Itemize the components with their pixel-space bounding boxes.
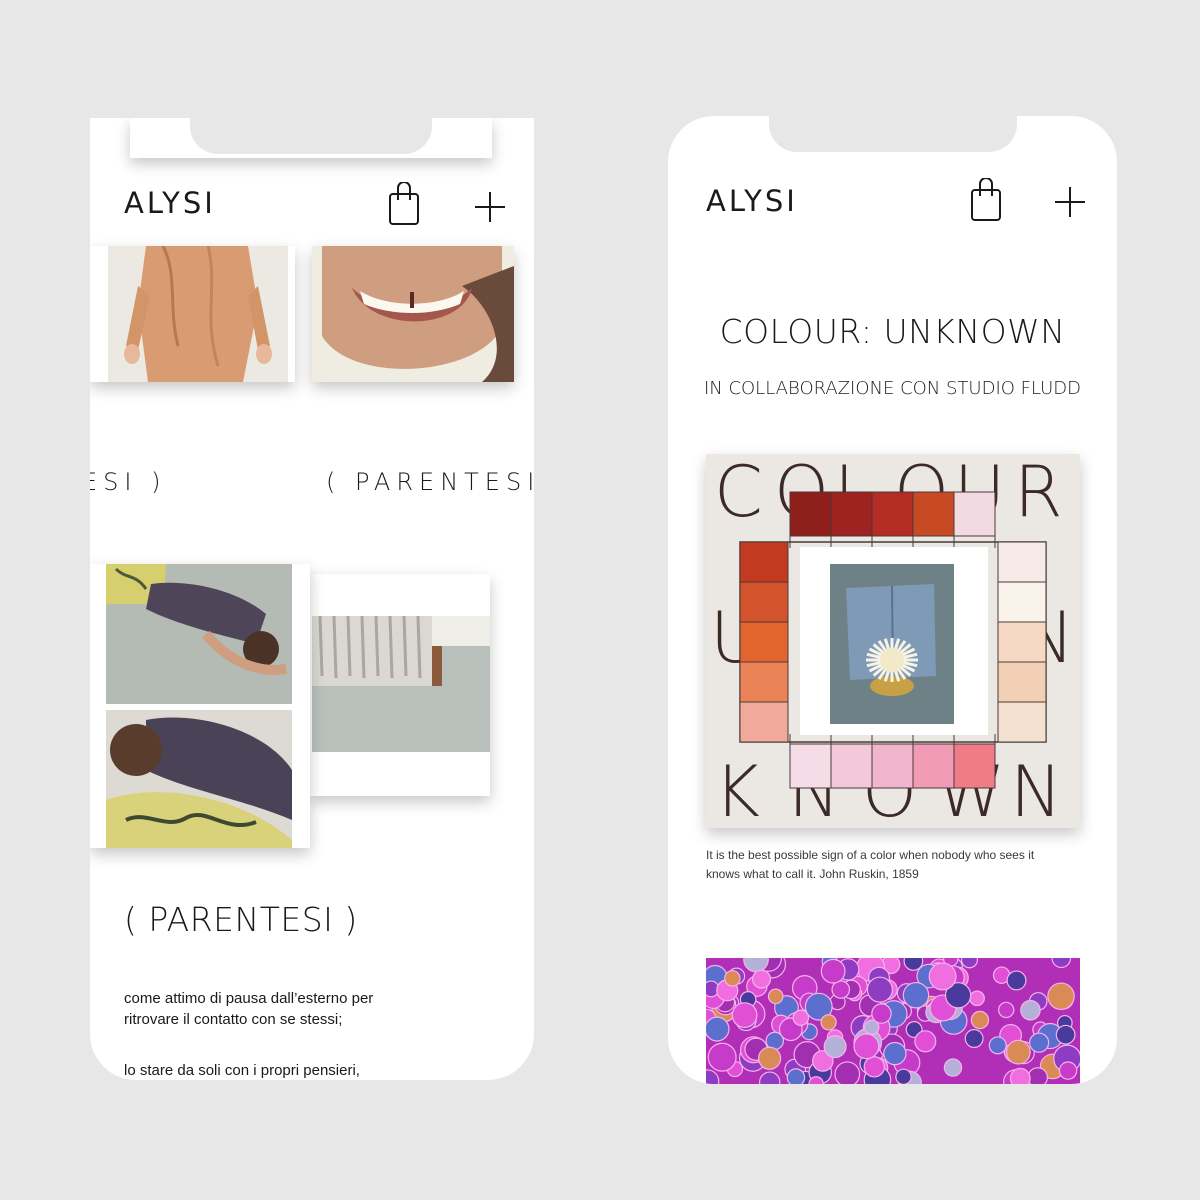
sequin xyxy=(997,1001,1015,1019)
artwork-letter: K xyxy=(714,751,760,828)
sequin xyxy=(786,1068,806,1084)
shopping-bag-icon[interactable] xyxy=(388,181,420,226)
photo-card-dress[interactable] xyxy=(90,246,295,382)
sequin xyxy=(1005,1039,1031,1065)
sequin xyxy=(1009,1067,1031,1084)
colour-swatch xyxy=(912,743,955,789)
sequin xyxy=(820,1014,837,1031)
colour-swatch xyxy=(997,581,1047,623)
artwork-letter: R xyxy=(1014,454,1063,533)
sequin xyxy=(724,970,741,987)
colour-swatch xyxy=(739,621,789,663)
sequin xyxy=(757,1046,782,1070)
colour-swatch xyxy=(739,581,789,623)
sequin xyxy=(752,969,772,989)
sequin xyxy=(863,1056,885,1078)
left-phone-screen: ALYSI ESI) (PARENTESI (PARENTESI) co… xyxy=(90,118,534,1080)
colour-swatch xyxy=(739,541,789,583)
sequin xyxy=(943,1058,963,1077)
section-paragraph-1: come attimo di pausa dall’esterno per ri… xyxy=(124,990,374,1028)
sequin xyxy=(970,1010,990,1030)
sequin xyxy=(792,1009,810,1026)
sequin xyxy=(823,1035,847,1059)
floor-photo xyxy=(312,616,490,752)
colour-swatch xyxy=(830,491,873,537)
sequin xyxy=(1055,1024,1076,1045)
marquee-text-right: ( PARENTESI xyxy=(326,468,534,496)
sequin xyxy=(914,1030,937,1053)
colour-swatch xyxy=(997,701,1047,743)
brand-logo[interactable]: ALYSI xyxy=(706,184,798,218)
sequin xyxy=(1006,970,1027,991)
sequin xyxy=(834,1061,861,1084)
colour-swatch xyxy=(871,743,914,789)
sequin xyxy=(1047,982,1075,1011)
colour-swatch xyxy=(997,541,1047,583)
sequin xyxy=(707,1042,737,1072)
phone-notch xyxy=(190,118,432,154)
colour-unknown-artwork[interactable]: COLOURUNKNOWN xyxy=(706,454,1080,828)
sequin xyxy=(1051,958,1072,969)
colour-swatch xyxy=(997,621,1047,663)
sequin xyxy=(759,1071,781,1084)
artwork-letter: N xyxy=(1010,751,1062,828)
photo-card-lying[interactable] xyxy=(90,564,310,848)
sequin xyxy=(895,1068,912,1084)
right-phone-screen: ALYSI COLOUR: UNKNOWN IN COLLABORAZIONE … xyxy=(668,116,1117,1084)
photo-card-smile[interactable] xyxy=(312,246,514,382)
colour-swatch xyxy=(789,743,832,789)
colour-swatch xyxy=(953,743,996,789)
sequin xyxy=(964,1029,984,1049)
smile-photo xyxy=(312,246,514,382)
sequin xyxy=(1027,1067,1048,1084)
page-title: COLOUR: UNKNOWN xyxy=(719,312,1066,351)
colour-swatch xyxy=(871,491,914,537)
shopping-bag-icon[interactable] xyxy=(970,177,1002,222)
sequin xyxy=(988,1036,1007,1055)
sequin xyxy=(853,1033,880,1060)
sequin xyxy=(820,958,846,984)
photo-card-floor[interactable] xyxy=(310,574,490,796)
sitting-photo xyxy=(106,710,292,848)
colour-swatch xyxy=(789,491,832,537)
sequin xyxy=(871,1003,892,1024)
marquee-text-left: ESI ) xyxy=(90,468,167,496)
plus-icon[interactable] xyxy=(474,191,506,223)
sequin xyxy=(731,1002,758,1029)
sequin xyxy=(866,976,893,1003)
section-heading: ( PARENTESI ) xyxy=(124,900,358,939)
section-paragraph-2: lo stare da soli con i propri pensieri, xyxy=(124,1062,360,1079)
colour-swatch xyxy=(953,491,996,537)
sequin xyxy=(706,1016,730,1042)
sequin xyxy=(1029,1032,1050,1053)
colour-swatch xyxy=(830,743,873,789)
plus-icon[interactable] xyxy=(1054,186,1086,218)
sequin xyxy=(767,988,784,1005)
page-subtitle: IN COLLABORAZIONE CON STUDIO FLUDD xyxy=(703,378,1082,399)
sequin xyxy=(1058,1061,1078,1080)
sequin xyxy=(902,981,930,1009)
sequin xyxy=(969,990,985,1007)
dress-photo xyxy=(108,246,288,382)
lying-photo xyxy=(106,564,292,704)
artwork-letter: C xyxy=(714,454,763,533)
colour-swatch xyxy=(997,661,1047,703)
artwork-caption: It is the best possible sign of a color … xyxy=(706,848,1035,881)
colour-swatch xyxy=(912,491,955,537)
sequins-image[interactable] xyxy=(706,958,1080,1084)
sequin xyxy=(883,1041,907,1066)
sequin xyxy=(960,958,979,969)
sequin xyxy=(928,962,957,991)
brand-logo[interactable]: ALYSI xyxy=(124,186,216,220)
colour-swatch xyxy=(739,661,789,703)
colour-swatch xyxy=(739,701,789,743)
sequin xyxy=(1020,999,1041,1021)
sequin xyxy=(706,1069,720,1084)
phone-notch xyxy=(769,116,1017,152)
